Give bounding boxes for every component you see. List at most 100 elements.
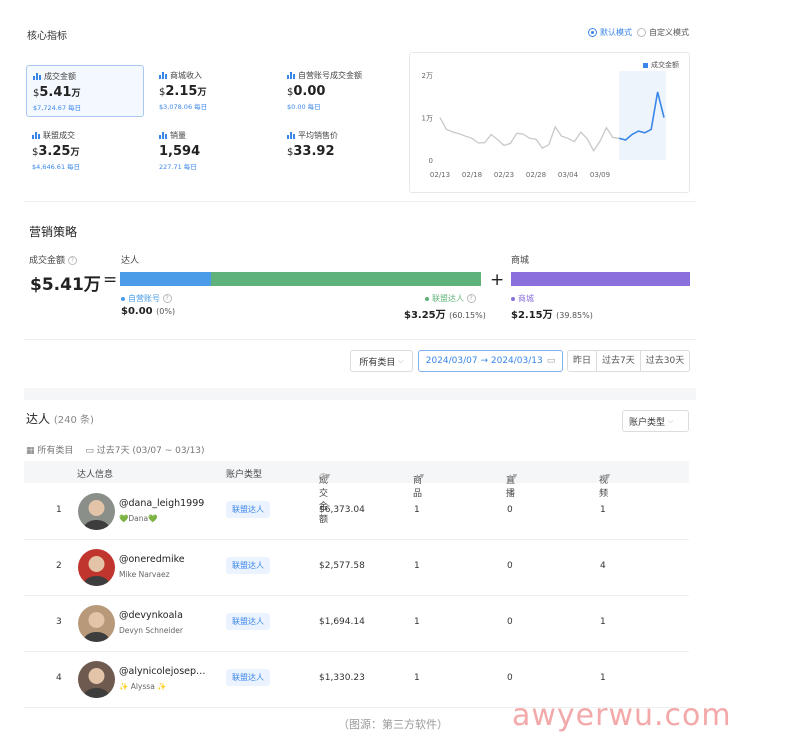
row-video: 1 — [600, 673, 606, 683]
avatar-image — [78, 493, 115, 530]
affiliate-value: $3.25万 — [404, 310, 446, 321]
affiliate-legend: 联盟达人 ? — [425, 293, 476, 304]
bar-chart-icon — [33, 73, 41, 80]
row-live: 0 — [507, 673, 513, 683]
applied-filters: ▦ 所有类目 ▭ 过去7天 (03/07 ~ 03/13) — [26, 443, 205, 456]
x-tick-label: 03/04 — [558, 171, 579, 179]
row-gmv: $6,373.04 — [319, 505, 365, 515]
table-row[interactable]: 1 @dana_leigh1999 💚Dana💚 联盟达人 $6,373.04 1 0 1 — [24, 484, 689, 540]
bar-chart-icon — [32, 132, 40, 139]
row-rank: 2 — [56, 561, 62, 571]
metric-value: 3.25 — [38, 144, 71, 159]
y-tick-label: 2万 — [422, 72, 433, 80]
influencers-title: 达人 — [26, 412, 51, 426]
help-icon[interactable]: ? — [67, 256, 77, 265]
range-yesterday-button[interactable]: 昨日 — [568, 351, 598, 371]
avatar[interactable] — [78, 549, 115, 586]
table-row[interactable]: 3 @devynkoala Devyn Schneider 联盟达人 $1,694.14… — [24, 596, 689, 652]
metric-card-mall-revenue[interactable]: 商城收入 $2.15万 $3,078.06 每日 — [153, 65, 271, 117]
chevron-down-icon: ⌵ — [398, 356, 404, 365]
influencer-split-bar — [120, 272, 481, 286]
range-7d-button[interactable]: 过去7天 — [597, 351, 641, 371]
row-live: 0 — [507, 505, 513, 515]
metric-label: 联盟成交 — [43, 131, 75, 140]
help-icon[interactable]: ? — [466, 294, 476, 303]
metric-value: 2.15 — [165, 84, 198, 99]
mall-legend-label: 商城 — [518, 294, 534, 303]
help-icon[interactable]: ? — [162, 294, 172, 303]
table-row[interactable]: 2 @oneredmike Mike Narvaez 联盟达人 $2,577.58 1 0 4 — [24, 540, 689, 596]
col-account-type: 账户类型 — [226, 470, 263, 480]
self-account-value: $0.00 — [121, 306, 153, 317]
divider — [24, 339, 696, 340]
influencer-handle[interactable]: @dana_leigh1999 — [119, 498, 204, 509]
row-rank: 3 — [56, 617, 62, 627]
default-mode-radio[interactable]: 默认模式 — [588, 27, 632, 38]
mall-legend: 商城 — [511, 293, 534, 304]
custom-mode-radio[interactable]: 自定义模式 — [637, 27, 689, 38]
bar-chart-icon — [159, 132, 167, 139]
metric-card-self-account[interactable]: 自营账号成交金额 $0.00 $0.00 每日 — [281, 65, 406, 117]
row-video: 1 — [600, 617, 606, 627]
gmv-label: 成交金额 — [29, 256, 66, 266]
category-select[interactable]: 所有类目 ⌵ — [350, 350, 413, 372]
divider — [24, 201, 696, 202]
mall-segment — [511, 272, 690, 286]
row-gmv: $1,330.23 — [319, 673, 365, 683]
influencer-label: 达人 — [121, 256, 140, 266]
highlight-band — [619, 71, 666, 160]
account-type-tag: 联盟达人 — [226, 613, 270, 630]
legend-dot — [511, 296, 515, 301]
avatar[interactable] — [78, 493, 115, 530]
influencer-nickname: ✨ Alyssa ✨ — [119, 682, 167, 691]
date-range-picker[interactable]: 2024/03/07 → 2024/03/13 ▭ — [418, 350, 563, 372]
row-rank: 4 — [56, 673, 62, 683]
self-account-value-row: $0.00 (0%) — [121, 306, 175, 317]
range-30d-button[interactable]: 过去30天 — [641, 351, 689, 371]
avatar-image — [78, 661, 115, 698]
y-tick-label: 1万 — [422, 115, 433, 123]
custom-mode-label: 自定义模式 — [649, 28, 689, 37]
metric-card-gmv[interactable]: 成交金额 $5.41万 $7,724.67 每日 — [26, 65, 144, 117]
account-type-tag: 联盟达人 — [226, 669, 270, 686]
self-account-legend-label: 自营账号 — [128, 294, 160, 303]
affiliate-pct: (60.15%) — [449, 311, 486, 320]
metric-card-sales[interactable]: 销量 1,594 227.71 每日 — [153, 125, 271, 177]
account-type-tag: 联盟达人 — [226, 501, 270, 518]
row-video: 4 — [600, 561, 606, 571]
gmv-label-row: 成交金额 ? — [29, 253, 77, 266]
influencer-handle[interactable]: @alynicolejosep… — [119, 666, 206, 677]
row-video: 1 — [600, 505, 606, 515]
account-type-tag: 联盟达人 — [226, 557, 270, 574]
account-type-select[interactable]: 账户类型 ⌵ — [622, 410, 689, 432]
legend-dot — [425, 296, 429, 301]
metric-label: 成交金额 — [44, 72, 76, 81]
radio-on-icon — [588, 28, 597, 37]
influencers-title-row: 达人 (240 条) — [26, 410, 94, 427]
equals-sign: = — [103, 270, 118, 290]
applied-category: ▦ 所有类目 — [26, 443, 73, 456]
metric-daily: $4,646.61 每日 — [32, 163, 81, 171]
avatar[interactable] — [78, 605, 115, 642]
influencer-handle[interactable]: @oneredmike — [119, 554, 185, 565]
metric-value: 5.41 — [39, 85, 72, 100]
bar-chart-icon — [287, 72, 295, 79]
metric-value: 1,594 — [159, 144, 201, 159]
influencer-handle[interactable]: @devynkoala — [119, 610, 183, 621]
metric-card-avg-price[interactable]: 平均销售价 $33.92 — [281, 125, 399, 177]
radio-off-icon — [637, 28, 646, 37]
metric-card-affiliate[interactable]: 联盟成交 $3.25万 $4,646.61 每日 — [26, 125, 144, 177]
category-select-label: 所有类目 — [359, 357, 396, 368]
influencers-count: (240 条) — [53, 415, 94, 426]
sort-icon: ▲▼ — [601, 473, 611, 480]
affiliate-segment — [211, 272, 481, 286]
avatar[interactable] — [78, 661, 115, 698]
metric-label: 销量 — [170, 131, 186, 140]
row-gmv: $1,694.14 — [319, 617, 365, 627]
applied-category-text: 所有类目 — [37, 446, 74, 456]
gmv-total: $5.41万 — [30, 275, 101, 295]
sort-icon: ▲▼ — [415, 473, 425, 480]
account-type-label: 账户类型 — [629, 417, 666, 428]
metric-daily: $7,724.67 每日 — [33, 104, 82, 112]
image-caption: （图源：第三方软件） — [338, 718, 448, 731]
